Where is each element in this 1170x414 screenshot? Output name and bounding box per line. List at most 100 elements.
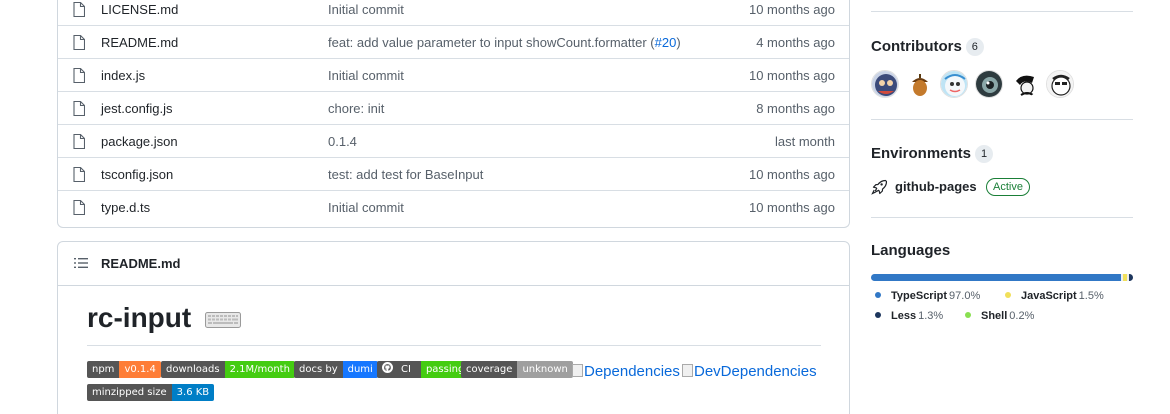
commit-message[interactable]: feat: add value parameter to input showC…	[328, 35, 681, 50]
file-row[interactable]: package.json 0.1.4 last month	[58, 125, 849, 158]
file-name[interactable]: package.json	[101, 134, 178, 149]
file-icon	[73, 101, 85, 116]
language-bar	[871, 274, 1133, 281]
language-bar-segment-javascript[interactable]	[1123, 274, 1128, 281]
commit-message[interactable]: Initial commit	[328, 200, 404, 215]
contributors-heading[interactable]: Contributors 6	[871, 38, 984, 56]
downloads-badge[interactable]: downloads 2.1M/month	[161, 361, 295, 378]
file-row[interactable]: README.md feat: add value parameter to i…	[58, 26, 849, 59]
commit-message[interactable]: 0.1.4	[328, 134, 357, 149]
badge-label: minzipped size	[87, 384, 172, 401]
language-percent: 1.3%	[918, 310, 944, 322]
language-name: Shell	[981, 310, 1008, 322]
contributor-avatar[interactable]	[905, 70, 933, 98]
sidebar-divider	[871, 11, 1133, 12]
readme-panel: README.md rc-input npm v0.1.4 downloads 2.…	[57, 241, 850, 414]
badge-label: npm	[87, 361, 120, 378]
language-bar-segment-shell[interactable]	[1132, 274, 1133, 281]
commit-date: 10 months ago	[748, 68, 835, 83]
broken-image-icon	[682, 364, 693, 377]
language-item-javascript[interactable]: JavaScript 1.5%	[1005, 290, 1104, 302]
commit-message[interactable]: test: add test for BaseInput	[328, 167, 483, 182]
commit-message[interactable]: Initial commit	[328, 68, 404, 83]
badge-value: 3.6 KB	[171, 384, 215, 401]
github-icon	[382, 362, 393, 373]
file-icon	[73, 134, 85, 149]
commit-date: 10 months ago	[748, 200, 835, 215]
file-name[interactable]: index.js	[101, 68, 145, 83]
contributor-avatar[interactable]	[1011, 70, 1039, 98]
commit-date: 8 months ago	[756, 101, 835, 116]
file-icon	[73, 2, 85, 17]
language-bar-segment-typescript[interactable]	[871, 274, 1122, 281]
coverage-badge[interactable]: coverage unknown	[461, 361, 573, 378]
badge-value: 2.1M/month	[224, 361, 295, 378]
language-item-typescript[interactable]: TypeScript 97.0%	[875, 290, 980, 302]
file-name[interactable]: README.md	[101, 35, 178, 50]
sidebar-divider	[871, 217, 1133, 218]
language-name: Less	[891, 310, 917, 322]
file-name[interactable]: type.d.ts	[101, 200, 150, 215]
file-name[interactable]: tsconfig.json	[101, 167, 173, 182]
contributor-avatar[interactable]	[975, 70, 1003, 98]
contributor-avatar[interactable]	[940, 70, 968, 98]
table-of-contents-icon[interactable]	[74, 257, 88, 269]
file-name[interactable]: jest.config.js	[101, 101, 173, 116]
docs-badge[interactable]: docs by dumi	[294, 361, 378, 378]
file-row[interactable]: tsconfig.json test: add test for BaseInp…	[58, 158, 849, 191]
commit-message-text[interactable]: feat: add value parameter to input showC…	[328, 35, 655, 50]
file-row[interactable]: index.js Initial commit 10 months ago	[58, 59, 849, 92]
less-color-dot	[875, 312, 881, 318]
file-name[interactable]: LICENSE.md	[101, 2, 178, 17]
readme-header: README.md	[58, 242, 849, 286]
contributor-avatar[interactable]	[1046, 70, 1074, 98]
npm-badge[interactable]: npm v0.1.4	[87, 361, 161, 378]
file-icon	[73, 35, 85, 50]
language-name: JavaScript	[1021, 290, 1077, 302]
file-list: LICENSE.md Initial commit 10 months ago …	[57, 0, 850, 228]
commit-message[interactable]: chore: init	[328, 101, 384, 116]
keyboard-emoji-icon	[205, 311, 241, 328]
dependencies-badge-link[interactable]: Dependencies	[572, 363, 680, 380]
sidebar-divider	[871, 119, 1133, 120]
bundle-size-badge[interactable]: minzipped size 3.6 KB	[87, 384, 215, 401]
commit-date: last month	[775, 134, 835, 149]
environments-title[interactable]: Environments	[871, 145, 971, 162]
pull-request-link[interactable]: #20	[655, 35, 677, 50]
file-row[interactable]: jest.config.js chore: init 8 months ago	[58, 92, 849, 125]
badge-row: npm v0.1.4 downloads 2.1M/month docs by dum…	[87, 361, 837, 401]
commit-message-suffix: )	[676, 35, 681, 50]
ci-badge[interactable]: CI passing	[377, 361, 470, 378]
file-icon	[73, 200, 85, 215]
readme-header-title[interactable]: README.md	[101, 256, 180, 271]
language-percent: 1.5%	[1078, 290, 1104, 302]
language-percent: 97.0%	[949, 290, 981, 302]
commit-message[interactable]: Initial commit	[328, 2, 404, 17]
contributor-avatar[interactable]	[871, 70, 899, 98]
file-row[interactable]: LICENSE.md Initial commit 10 months ago	[58, 0, 849, 26]
file-row[interactable]: type.d.ts Initial commit 10 months ago	[58, 191, 849, 224]
language-percent: 0.2%	[1009, 310, 1035, 322]
badge-value: v0.1.4	[119, 361, 161, 378]
environments-count: 1	[975, 145, 994, 163]
language-item-less[interactable]: Less 1.3%	[875, 310, 943, 322]
badge-label: downloads	[161, 361, 225, 378]
readme-title-text: rc-input	[87, 302, 192, 333]
commit-date: 10 months ago	[748, 2, 835, 17]
environments-heading[interactable]: Environments 1	[871, 145, 994, 163]
commit-date: 4 months ago	[756, 35, 835, 50]
dev-dependencies-alt-text: DevDependencies	[694, 363, 817, 380]
dependencies-alt-text: Dependencies	[584, 363, 680, 380]
badge-value: dumi	[342, 361, 378, 378]
commit-date: 10 months ago	[748, 167, 835, 182]
badge-label: coverage	[461, 361, 518, 378]
badge-value: unknown	[517, 361, 573, 378]
language-item-shell[interactable]: Shell 0.2%	[965, 310, 1034, 322]
contributors-title[interactable]: Contributors	[871, 38, 962, 55]
languages-heading: Languages	[871, 242, 950, 259]
divider	[87, 345, 821, 346]
environment-name[interactable]: github-pages	[895, 179, 977, 194]
dev-dependencies-badge-link[interactable]: DevDependencies	[682, 363, 817, 380]
environment-status-badge: Active	[986, 178, 1030, 196]
languages-title: Languages	[871, 242, 951, 259]
